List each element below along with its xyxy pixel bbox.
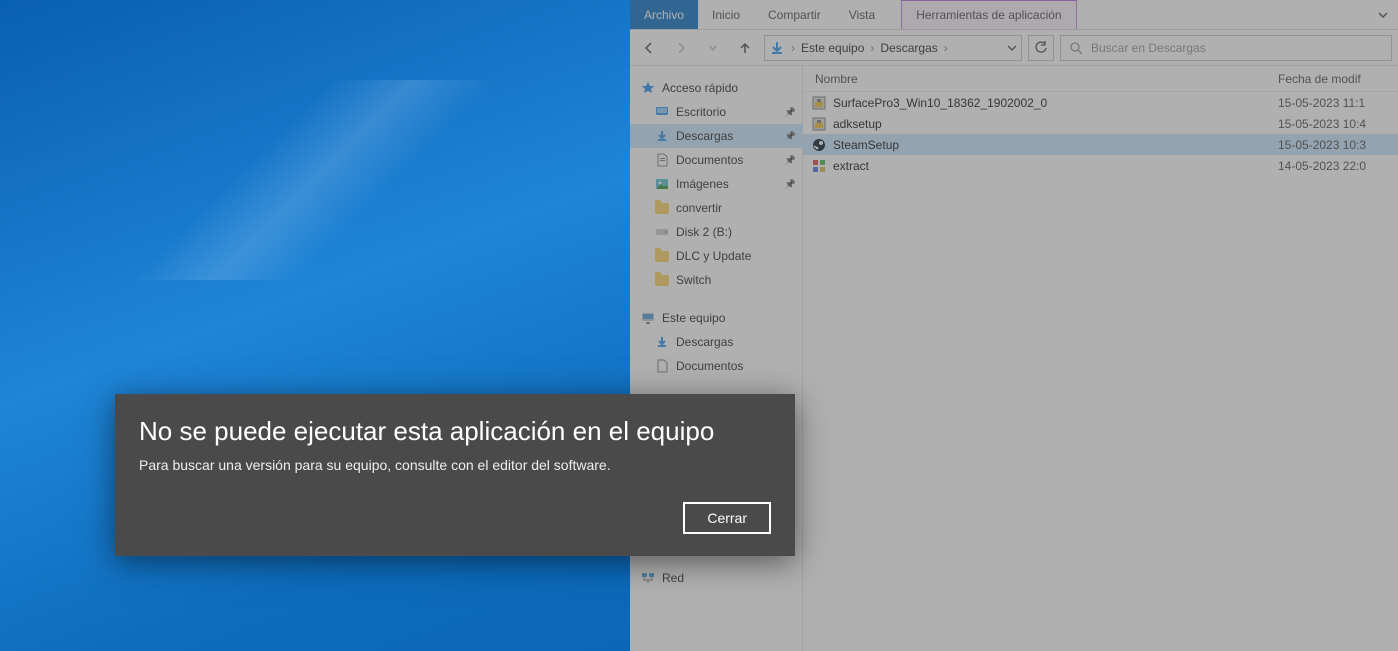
folder-icon xyxy=(654,248,670,264)
file-date: 15-05-2023 11:1 xyxy=(1278,96,1398,110)
chevron-down-icon xyxy=(1007,43,1017,53)
file-name: SurfacePro3_Win10_18362_1902002_0 xyxy=(833,96,1278,110)
tab-home[interactable]: Inicio xyxy=(698,0,754,29)
nav-desktop[interactable]: Escritorio xyxy=(630,100,802,124)
breadcrumb-sep: › xyxy=(870,41,874,55)
nav-pc-downloads[interactable]: Descargas xyxy=(630,330,802,354)
downloads-icon xyxy=(769,40,785,56)
nav-forward-button[interactable] xyxy=(668,35,694,61)
tab-view[interactable]: Vista xyxy=(835,0,889,29)
tab-share[interactable]: Compartir xyxy=(754,0,835,29)
nav-convertir[interactable]: convertir xyxy=(630,196,802,220)
file-icon xyxy=(811,137,827,153)
nav-label: Switch xyxy=(676,273,711,287)
dialog-body: Para buscar una versión para su equipo, … xyxy=(139,457,771,473)
nav-up-button[interactable] xyxy=(732,35,758,61)
nav-disk2[interactable]: Disk 2 (B:) xyxy=(630,220,802,244)
file-date: 14-05-2023 22:0 xyxy=(1278,159,1398,173)
arrow-left-icon xyxy=(642,41,656,55)
address-bar[interactable]: › Este equipo › Descargas › xyxy=(764,35,1022,61)
nav-network[interactable]: Red xyxy=(630,566,802,590)
downloads-icon xyxy=(654,128,670,144)
nav-label: Escritorio xyxy=(676,105,726,119)
nav-switch[interactable]: Switch xyxy=(630,268,802,292)
address-dropdown[interactable] xyxy=(1007,43,1017,53)
file-icon xyxy=(811,158,827,174)
star-icon xyxy=(640,80,656,96)
file-row[interactable]: adksetup15-05-2023 10:4 xyxy=(803,113,1398,134)
nav-dlc[interactable]: DLC y Update xyxy=(630,244,802,268)
nav-label: Acceso rápido xyxy=(662,81,738,95)
nav-quick-access[interactable]: Acceso rápido xyxy=(630,76,802,100)
nav-pictures[interactable]: Imágenes xyxy=(630,172,802,196)
breadcrumb-root[interactable]: Este equipo xyxy=(801,41,864,55)
nav-downloads[interactable]: Descargas xyxy=(630,124,802,148)
nav-label: Descargas xyxy=(676,129,733,143)
col-name[interactable]: Nombre xyxy=(803,72,1278,86)
refresh-icon xyxy=(1034,41,1048,55)
column-headers: Nombre Fecha de modif xyxy=(803,66,1398,92)
search-icon xyxy=(1069,41,1083,55)
nav-documents[interactable]: Documentos xyxy=(630,148,802,172)
file-row[interactable]: SteamSetup15-05-2023 10:3 xyxy=(803,134,1398,155)
nav-this-pc[interactable]: Este equipo xyxy=(630,306,802,330)
pc-icon xyxy=(640,310,656,326)
nav-label: convertir xyxy=(676,201,722,215)
nav-label: DLC y Update xyxy=(676,249,751,263)
chevron-down-icon xyxy=(1378,10,1388,20)
folder-icon xyxy=(654,272,670,288)
nav-label: Documentos xyxy=(676,153,743,167)
network-icon xyxy=(640,570,656,586)
tab-file[interactable]: Archivo xyxy=(630,0,698,29)
drive-icon xyxy=(654,224,670,240)
nav-label: Descargas xyxy=(676,335,733,349)
file-row[interactable]: SurfacePro3_Win10_18362_1902002_015-05-2… xyxy=(803,92,1398,113)
breadcrumb-sep: › xyxy=(944,41,948,55)
arrow-up-icon xyxy=(738,41,752,55)
document-icon xyxy=(654,152,670,168)
nav-label: Disk 2 (B:) xyxy=(676,225,732,239)
document-icon xyxy=(654,358,670,374)
file-row[interactable]: extract14-05-2023 22:0 xyxy=(803,155,1398,176)
nav-label: Red xyxy=(662,571,684,585)
file-date: 15-05-2023 10:3 xyxy=(1278,138,1398,152)
file-name: adksetup xyxy=(833,117,1278,131)
error-dialog: No se puede ejecutar esta aplicación en … xyxy=(115,394,795,556)
nav-label: Documentos xyxy=(676,359,743,373)
nav-pc-documents[interactable]: Documentos xyxy=(630,354,802,378)
desktop-icon xyxy=(654,104,670,120)
breadcrumb-folder[interactable]: Descargas xyxy=(880,41,937,55)
ribbon-collapse[interactable] xyxy=(1368,0,1398,29)
ribbon-tabs: Archivo Inicio Compartir Vista Herramien… xyxy=(630,0,1398,30)
search-box[interactable]: Buscar en Descargas xyxy=(1060,35,1392,61)
arrow-right-icon xyxy=(674,41,688,55)
file-name: extract xyxy=(833,159,1278,173)
file-name: SteamSetup xyxy=(833,138,1278,152)
chevron-down-icon xyxy=(709,44,717,52)
file-list-area: Nombre Fecha de modif SurfacePro3_Win10_… xyxy=(803,66,1398,651)
file-icon xyxy=(811,116,827,132)
nav-toolbar: › Este equipo › Descargas › Buscar en De… xyxy=(630,30,1398,66)
search-placeholder: Buscar en Descargas xyxy=(1091,41,1206,55)
nav-label: Imágenes xyxy=(676,177,729,191)
folder-icon xyxy=(654,200,670,216)
downloads-icon xyxy=(654,334,670,350)
refresh-button[interactable] xyxy=(1028,35,1054,61)
nav-label: Este equipo xyxy=(662,311,725,325)
close-button[interactable]: Cerrar xyxy=(683,502,771,534)
file-icon xyxy=(811,95,827,111)
nav-back-button[interactable] xyxy=(636,35,662,61)
breadcrumb-sep: › xyxy=(791,41,795,55)
pictures-icon xyxy=(654,176,670,192)
file-date: 15-05-2023 10:4 xyxy=(1278,117,1398,131)
nav-recent-button[interactable] xyxy=(700,35,726,61)
dialog-title: No se puede ejecutar esta aplicación en … xyxy=(139,416,771,447)
tab-app-tools[interactable]: Herramientas de aplicación xyxy=(901,0,1076,29)
col-date[interactable]: Fecha de modif xyxy=(1278,72,1398,86)
navigation-pane: Acceso rápido Escritorio Descargas Docum… xyxy=(630,66,803,651)
